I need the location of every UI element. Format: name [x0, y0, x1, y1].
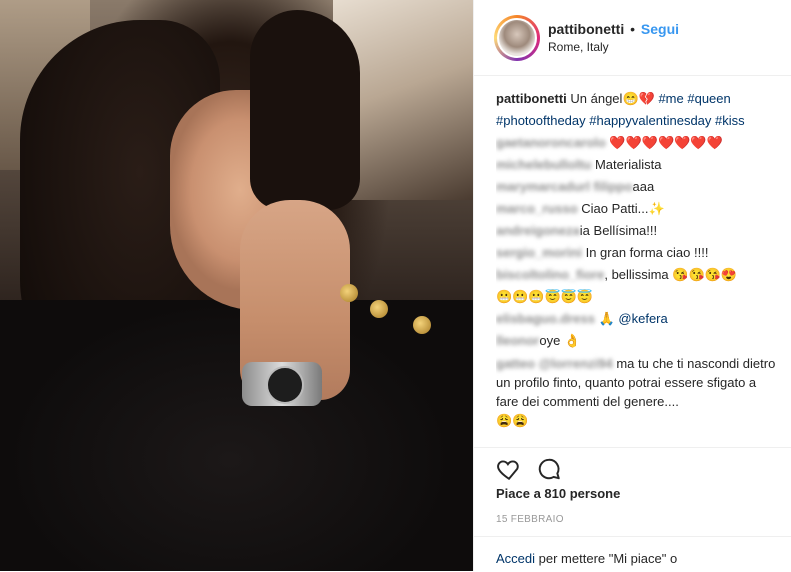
comment-username[interactable]: marymarcadurl filippo — [496, 179, 633, 194]
heart-outline-icon[interactable] — [496, 456, 522, 482]
comments-list[interactable]: pattibonetti Un ángel😁💔 #me #queen #phot… — [496, 88, 776, 440]
hashtag-link[interactable]: #queen — [687, 91, 730, 106]
comment-item: biscoltolino_fiore, bellissima 😘😘😘😍 — [496, 264, 776, 286]
separator: • — [630, 21, 636, 37]
photo-sweater — [0, 300, 473, 571]
hashtag-link[interactable]: #photooftheday — [496, 113, 586, 128]
comment-username[interactable]: michelebulloltu — [496, 157, 591, 172]
comment-text: oye — [539, 333, 561, 348]
comment-item: sergio_morini In gran forma ciao !!!! — [496, 242, 776, 264]
comment-username[interactable]: sergio_morini — [496, 245, 582, 260]
comment-emoji: 👌 — [563, 333, 581, 348]
comment-bubble-icon[interactable] — [536, 456, 562, 482]
comment-item: gatteo @lorrenzi94 ma tu che ti nascondi… — [496, 354, 776, 430]
post-side-panel: pattibonetti • Segui Rome, Italy pattibo… — [473, 0, 791, 571]
comment-text: Materialista — [594, 157, 662, 172]
comment-item: 😬😬😬😇😇😇 — [496, 286, 776, 308]
comment-text: Ciao Patti...✨ — [581, 201, 665, 216]
comment-emoji: 😘😘😘😍 — [672, 267, 738, 282]
comment-username[interactable]: biscoltolino_fiore — [496, 267, 604, 282]
comment-item: marymarcadurl filippoaaa — [496, 176, 776, 198]
avatar[interactable] — [494, 14, 540, 61]
post-header: pattibonetti • Segui Rome, Italy — [474, 0, 791, 76]
login-text: per mettere "Mi piace" o — [538, 551, 678, 566]
comment-item: gaetanoroncarolo ❤️❤️❤️❤️❤️❤️❤️ — [496, 132, 776, 154]
login-link[interactable]: Accedi — [496, 551, 535, 566]
comment-username[interactable]: lleonor — [496, 333, 539, 348]
comment-text: , bellissima — [604, 267, 669, 282]
comment-text: In gran forma ciao !!!! — [585, 245, 709, 260]
caption-username[interactable]: pattibonetti — [496, 91, 567, 106]
comment-username[interactable]: gatteo @lorrenzi94 — [496, 356, 613, 371]
photo-watch — [242, 362, 322, 406]
comment-username[interactable]: elisbaguo.dress — [496, 311, 595, 326]
comment-item: andreigonezaia Bellísima!!! — [496, 220, 776, 242]
photo-hair — [250, 10, 360, 210]
comment-item: michelebulloltu Materialista — [496, 154, 776, 176]
comment-item: marco_russo Ciao Patti...✨ — [496, 198, 776, 220]
post-photo[interactable] — [0, 0, 473, 571]
caption-emoji: 😁💔 — [622, 91, 655, 106]
hashtag-link[interactable]: #kiss — [715, 113, 745, 128]
caption: pattibonetti Un ángel😁💔 #me #queen #phot… — [496, 88, 776, 132]
hashtag-link[interactable]: #me — [658, 91, 683, 106]
comment-emoji: 😩😩 — [496, 413, 529, 428]
comment-username[interactable]: gaetanoroncarolo — [496, 135, 606, 150]
location-link[interactable]: Rome, Italy — [548, 40, 679, 54]
comment-text: aaa — [632, 179, 655, 194]
photo-button — [413, 316, 431, 334]
username-link[interactable]: pattibonetti — [548, 21, 624, 37]
follow-button[interactable]: Segui — [641, 21, 679, 37]
comment-text: ia Bellísima!!! — [579, 223, 658, 238]
comment-username[interactable]: andreigoneza — [496, 223, 580, 238]
login-prompt: Accedi per mettere "Mi piace" o — [474, 536, 791, 566]
comment-text[interactable]: 🙏 @kefera — [599, 311, 668, 326]
caption-text: Un ángel — [570, 91, 623, 106]
comment-item: elisbaguo.dress 🙏 @kefera — [496, 308, 776, 330]
photo-button — [370, 300, 388, 318]
likes-count[interactable]: Piace a 810 persone — [496, 486, 620, 501]
comment-emoji: 😬😬😬😇😇😇 — [496, 289, 594, 304]
comment-username[interactable]: marco_russo — [496, 201, 578, 216]
hashtag-link[interactable]: #happyvalentinesday — [589, 113, 711, 128]
post-actions: Piace a 810 persone 15 FEBBRAIO Accedi p… — [474, 447, 791, 572]
comment-emoji: ❤️❤️❤️❤️❤️❤️❤️ — [609, 135, 723, 150]
photo-button — [340, 284, 358, 302]
post-date: 15 FEBBRAIO — [496, 514, 564, 525]
comment-item: lleonoroye 👌 — [496, 330, 776, 352]
